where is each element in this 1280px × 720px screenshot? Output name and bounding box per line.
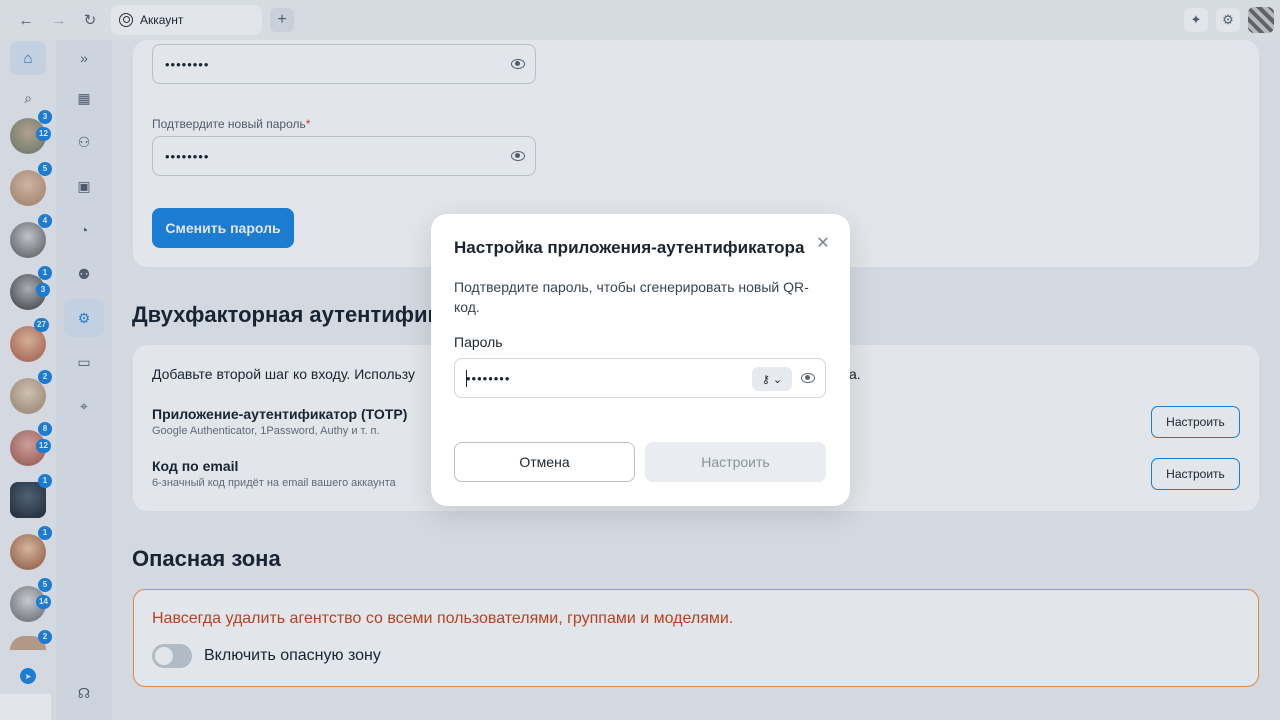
- password-label: Пароль: [454, 334, 503, 350]
- password-input[interactable]: •••••••• ⚷ ⌄: [454, 358, 826, 398]
- authenticator-setup-modal: Настройка приложения-аутентификатора ✕ П…: [431, 214, 850, 506]
- eye-icon[interactable]: [801, 373, 815, 383]
- key-icon: ⚷: [761, 373, 770, 386]
- key-dropdown[interactable]: ⚷ ⌄: [752, 367, 792, 391]
- chevron-down-icon: ⌄: [772, 373, 783, 386]
- setup-button[interactable]: Настроить: [645, 442, 826, 482]
- password-value: ••••••••: [466, 371, 511, 386]
- modal-title: Настройка приложения-аутентификатора: [454, 238, 805, 257]
- close-icon[interactable]: ✕: [814, 234, 832, 252]
- modal-description: Подтвердите пароль, чтобы сгенерировать …: [454, 279, 809, 315]
- cancel-button[interactable]: Отмена: [454, 442, 635, 482]
